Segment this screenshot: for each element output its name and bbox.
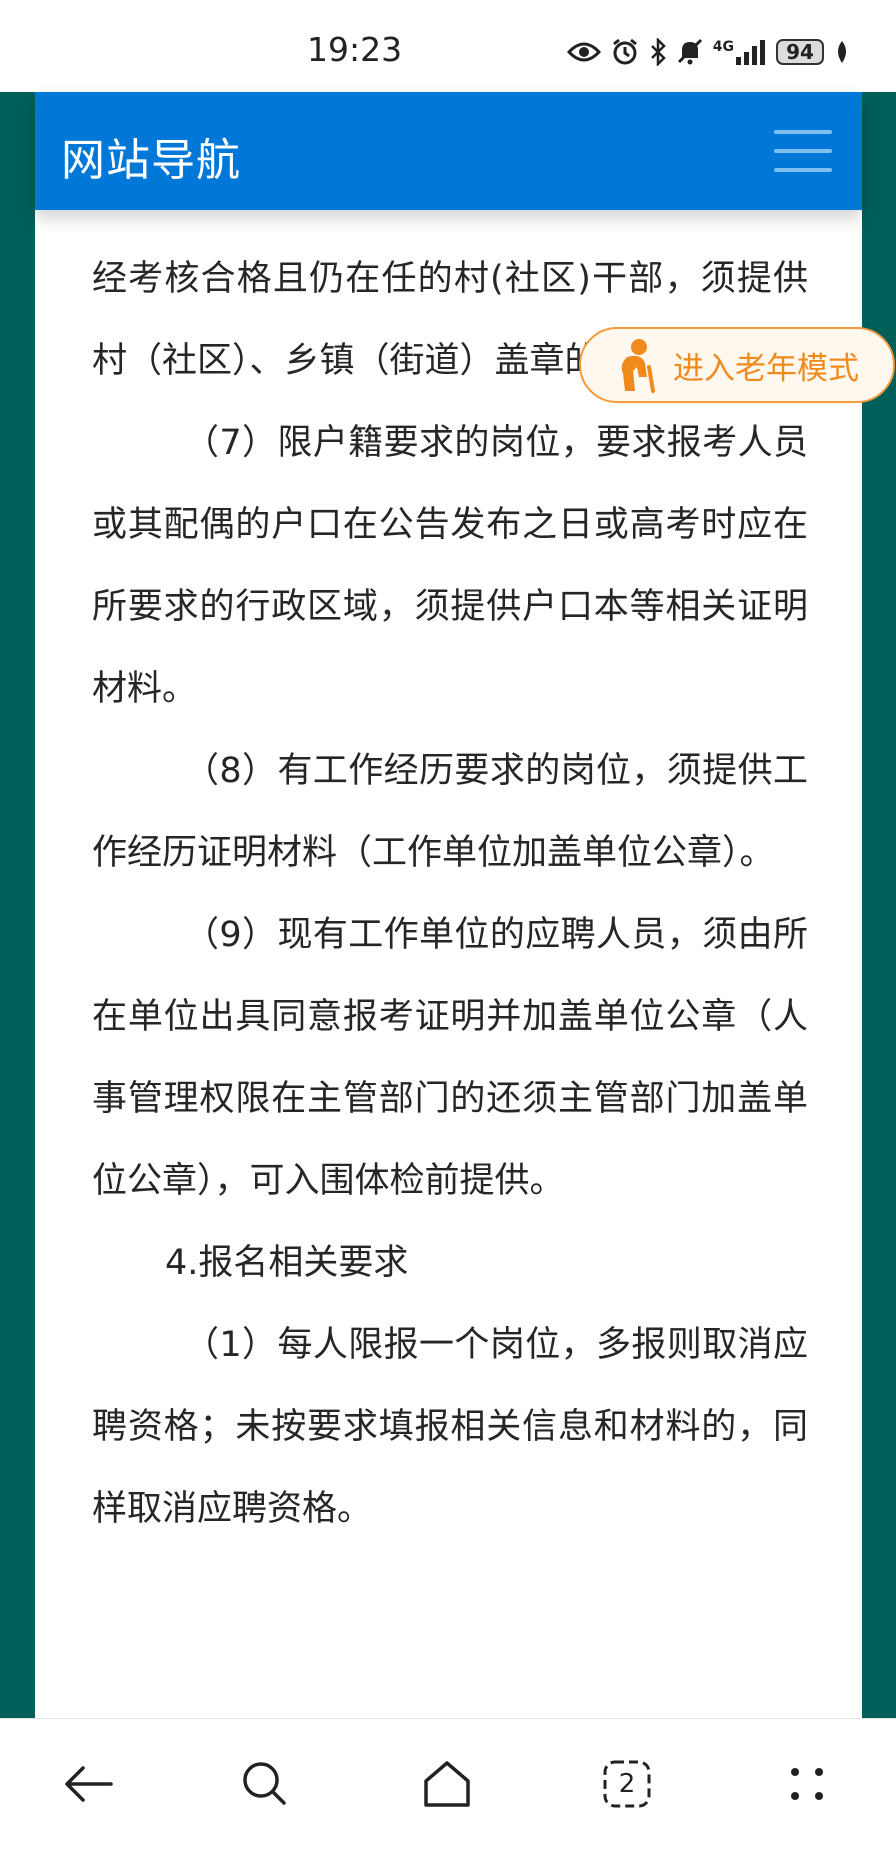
bluetooth-icon [649,38,667,66]
search-icon[interactable] [232,1751,298,1817]
eye-icon [566,40,601,64]
menu-icon[interactable] [774,130,832,172]
article-paragraph: （7）限户籍要求的岗位，要求报考人员或其配偶的户口在公告发布之日或高考时应在所要… [92,423,808,709]
site-nav-title[interactable]: 网站导航 [61,124,241,188]
home-icon[interactable] [414,1751,480,1817]
article-paragraph: （9）现有工作单位的应聘人员，须由所在单位出具同意报考证明并加盖单位公章（人事管… [92,915,808,1201]
elder-mode-button[interactable]: 进入老年模式 [579,327,895,403]
article-paragraph: （1）每人限报一个岗位，多报则取消应聘资格；未按要求填报相关信息和材料的，同样取… [92,1325,808,1529]
elderly-person-icon [621,339,655,393]
back-arrow-icon[interactable] [56,1751,122,1817]
battery-icon: 94 [776,39,824,65]
browser-toolbar: 2 [0,1718,896,1849]
section-heading: 4.报名相关要求 [165,1243,409,1283]
site-header: 网站导航 [35,92,862,210]
article-paragraph: （8）有工作经历要求的岗位，须提供工作经历证明材料（工作单位加盖单位公章）。 [92,751,808,873]
signal-icon: 4G [713,39,766,65]
mute-icon [677,38,703,66]
status-icons: 4G 94 [566,34,850,70]
elder-mode-label: 进入老年模式 [673,350,859,387]
tab-count: 2 [618,1769,636,1799]
alarm-icon [611,38,639,66]
more-icon[interactable] [774,1751,840,1817]
network-label: 4G [712,39,734,55]
article-body: 经考核合格且仍在任的村(社区)干部，须提供村（社区）、乡镇（街道）盖章的证明材料… [92,238,808,1550]
tabs-icon[interactable]: 2 [594,1751,660,1817]
leaf-icon [834,39,850,65]
status-time: 19:23 [307,30,403,69]
status-bar: 19:23 4G 94 [0,0,896,92]
